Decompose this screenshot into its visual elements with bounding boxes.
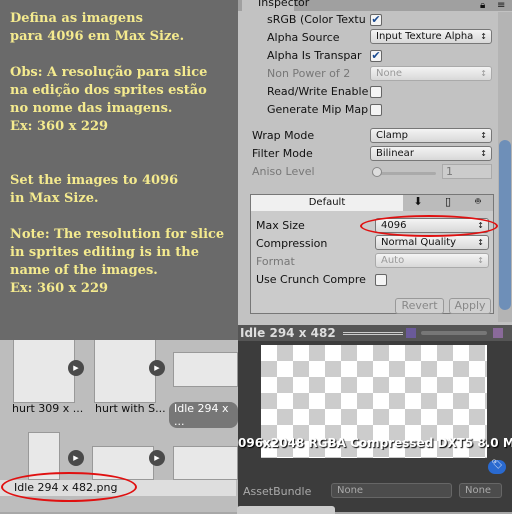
note-line: in Max Size. <box>10 191 99 206</box>
play-icon[interactable]: ▶ <box>149 360 165 376</box>
note-line: no nome das imagens. <box>10 101 173 116</box>
tab-default[interactable]: Default <box>251 195 403 211</box>
menu-icon[interactable]: ≡ <box>497 0 505 11</box>
assetbundle-dropdown[interactable]: None <box>331 483 452 498</box>
note-line: na edição dos sprites estão <box>10 83 207 98</box>
thumbnail[interactable] <box>173 446 238 480</box>
tag-icon[interactable]: 🏷︎ <box>488 460 506 474</box>
non-power-dropdown[interactable]: None <box>370 66 492 81</box>
platform-settings: Default ⬇ ▯ 🤖︎ Max Size 4096 Compression… <box>250 194 494 314</box>
mip-slider[interactable] <box>421 331 487 335</box>
item-label[interactable]: hurt with S... <box>95 402 166 415</box>
srgb-checkbox[interactable]: ✔ <box>370 14 382 26</box>
note-line: Ex: 360 x 229 <box>10 119 109 134</box>
wrap-mode-dropdown[interactable]: Clamp <box>370 128 492 143</box>
note-line: Ex: 360 x 229 <box>10 281 109 296</box>
note-line: in sprites editing is in the <box>10 245 199 260</box>
crunch-label: Use Crunch Compre <box>256 273 366 286</box>
download-icon[interactable]: ⬇ <box>403 195 433 211</box>
apply-button[interactable]: Apply <box>449 298 491 314</box>
crunch-checkbox[interactable] <box>375 274 387 286</box>
texture-info: 096x2048 RGBA Compressed DXT5 8.0 M <box>238 436 512 450</box>
alpha-source-label: Alpha Source <box>267 31 340 44</box>
note-line: name of the images. <box>10 263 158 278</box>
play-icon[interactable]: ▶ <box>68 450 84 466</box>
variant-dropdown[interactable]: None <box>459 483 502 498</box>
alpha-transparency-checkbox[interactable]: ✔ <box>370 50 382 62</box>
thumbnail-hurt-with[interactable] <box>94 338 156 403</box>
format-dropdown[interactable]: Auto <box>375 253 489 268</box>
aniso-input[interactable]: 1 <box>442 164 492 179</box>
compression-dropdown[interactable]: Normal Quality <box>375 235 489 250</box>
compression-label: Compression <box>256 237 328 250</box>
instruction-note: Defina as imagens para 4096 em Max Size. … <box>0 0 238 340</box>
thumbnail-idle[interactable] <box>173 352 238 387</box>
mobile-icon[interactable]: ▯ <box>433 195 463 211</box>
format-label: Format <box>256 255 295 268</box>
scrollbar-thumb[interactable] <box>499 140 511 310</box>
alpha-source-dropdown[interactable]: Input Texture Alpha <box>370 29 492 44</box>
note-line: Defina as imagens <box>10 11 143 26</box>
filter-mode-label: Filter Mode <box>252 147 313 160</box>
android-icon[interactable]: 🤖︎ <box>463 195 493 211</box>
revert-button[interactable]: Revert <box>395 298 444 314</box>
mipmaps-checkbox[interactable] <box>370 104 382 116</box>
read-write-checkbox[interactable] <box>370 86 382 98</box>
aniso-slider-handle[interactable] <box>372 167 382 177</box>
preview-header: Idle 294 x 482 <box>238 325 512 341</box>
tab-bottom[interactable] <box>237 506 335 514</box>
highlight-oval <box>360 215 498 237</box>
alpha-transparency-label: Alpha Is Transpar <box>267 49 362 62</box>
note-line: Note: The resolution for slice <box>10 227 225 242</box>
highlight-oval <box>1 472 137 502</box>
lock-icon[interactable]: 🔒︎ <box>480 0 485 11</box>
mipmaps-label: Generate Mip Map <box>267 103 369 116</box>
thumbnail-hurt[interactable] <box>13 338 75 403</box>
note-line: Set the images to 4096 <box>10 173 179 188</box>
wrap-mode-label: Wrap Mode <box>252 129 315 142</box>
srgb-label: sRGB (Color Textu <box>267 13 366 26</box>
mip-icon[interactable] <box>493 328 503 338</box>
preview-title: Idle 294 x 482 <box>240 326 336 340</box>
note-line: para 4096 em Max Size. <box>10 29 185 44</box>
play-icon[interactable]: ▶ <box>149 450 165 466</box>
note-line: Obs: A resolução para slice <box>10 65 208 80</box>
non-power-label: Non Power of 2 <box>267 67 351 80</box>
item-label-selected[interactable]: Idle 294 x ... <box>169 402 238 428</box>
drag-handle[interactable] <box>343 332 403 335</box>
channel-icon[interactable] <box>406 328 416 338</box>
tab-inspector[interactable]: Inspector <box>242 0 309 11</box>
tab-label: Inspector <box>258 0 310 9</box>
filter-mode-dropdown[interactable]: Bilinear <box>370 146 492 161</box>
read-write-label: Read/Write Enable <box>267 85 369 98</box>
max-size-label: Max Size <box>256 219 305 232</box>
play-icon[interactable]: ▶ <box>68 360 84 376</box>
item-label[interactable]: hurt 309 x ... <box>12 402 83 415</box>
aniso-label: Aniso Level <box>252 165 315 178</box>
assetbundle-label: AssetBundle <box>243 485 312 498</box>
